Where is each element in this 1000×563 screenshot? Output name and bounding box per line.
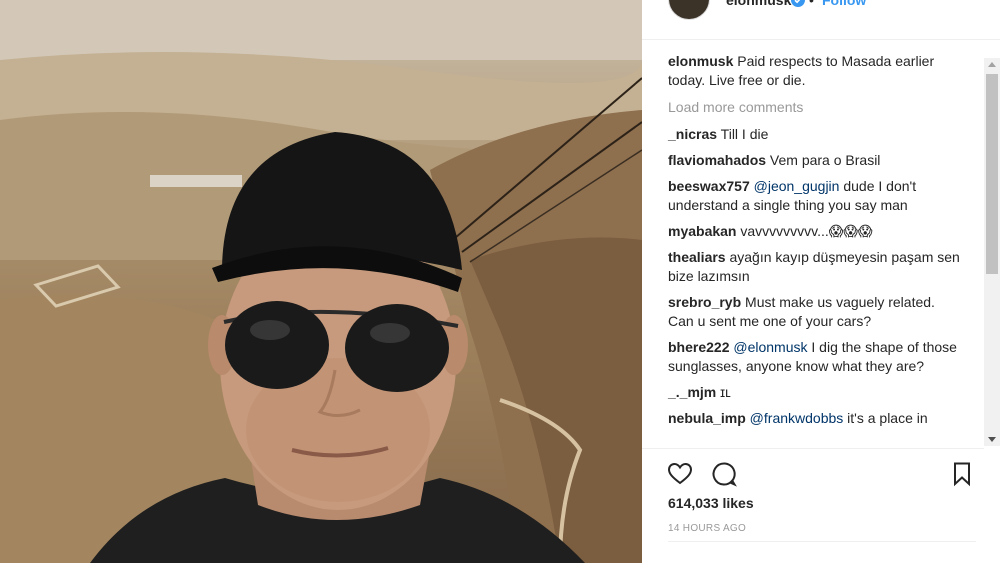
- photo-illustration: [0, 0, 642, 563]
- comment-text: Vem para o Brasil: [766, 152, 881, 168]
- likes-count[interactable]: 614,033 likes: [668, 495, 754, 511]
- comment-username[interactable]: thealiars: [668, 249, 726, 265]
- header-username[interactable]: elonmusk: [726, 0, 791, 8]
- comment-item: nebula_imp @frankwdobbs it's a place in: [668, 409, 964, 428]
- post-timestamp[interactable]: 14 HOURS AGO: [668, 523, 746, 534]
- instagram-post-view: elonmusk • Follow elonmusk Paid respects…: [0, 0, 1000, 563]
- post-side-panel: elonmusk • Follow elonmusk Paid respects…: [642, 0, 1000, 563]
- avatar[interactable]: [668, 0, 710, 20]
- follow-button[interactable]: Follow: [822, 0, 866, 8]
- comment-username[interactable]: myabakan: [668, 223, 736, 239]
- load-more-comments-button[interactable]: Load more comments: [668, 98, 964, 117]
- verified-badge-icon: [791, 0, 805, 7]
- comment-bubble-icon[interactable]: [710, 460, 738, 488]
- comment-username[interactable]: bhere222: [668, 339, 729, 355]
- comment-item: _nicras Till I die: [668, 125, 964, 144]
- post-photo[interactable]: [0, 0, 642, 563]
- comment-text: vavvvvvvvvv...😱😱😱: [736, 223, 873, 239]
- comment-item: thealiars ayağın kayıp düşmeyesin paşam …: [668, 248, 964, 286]
- scroll-down-arrow-icon[interactable]: [988, 437, 996, 442]
- comment-username[interactable]: nebula_imp: [668, 410, 746, 426]
- comment-item: myabakan vavvvvvvvvv...😱😱😱: [668, 222, 964, 241]
- heart-icon[interactable]: [666, 460, 694, 488]
- comment-username[interactable]: _._mjm: [668, 384, 716, 400]
- comment-item: srebro_ryb Must make us vaguely related.…: [668, 293, 964, 331]
- scroll-thumb[interactable]: [986, 74, 998, 274]
- comment-mention[interactable]: @elonmusk: [729, 339, 807, 355]
- comment-text: ɪʟ: [716, 384, 731, 400]
- comment-item: flaviomahados Vem para o Brasil: [668, 151, 964, 170]
- comments-scrollbar[interactable]: [984, 58, 1000, 446]
- comment-username[interactable]: _nicras: [668, 126, 717, 142]
- comment-username[interactable]: flaviomahados: [668, 152, 766, 168]
- scroll-up-arrow-icon[interactable]: [988, 62, 996, 67]
- comment-mention[interactable]: @frankwdobbs: [746, 410, 844, 426]
- comment-text: Till I die: [717, 126, 769, 142]
- comment-mention[interactable]: @jeon_gugjin: [750, 178, 840, 194]
- caption-username[interactable]: elonmusk: [668, 53, 733, 69]
- comment-text: it's a place in: [843, 410, 928, 426]
- post-actions: 614,033 likes 14 HOURS AGO: [642, 448, 984, 540]
- comment-item: beeswax757 @jeon_gugjin dude I don't und…: [668, 177, 964, 215]
- comment-item: _._mjm ɪʟ: [668, 383, 964, 402]
- comment-username[interactable]: beeswax757: [668, 178, 750, 194]
- comment-username[interactable]: srebro_ryb: [668, 294, 741, 310]
- comment-item: bhere222 @elonmusk I dig the shape of th…: [668, 338, 964, 376]
- post-caption: elonmusk Paid respects to Masada earlier…: [668, 52, 964, 90]
- post-header: elonmusk • Follow: [642, 0, 1000, 40]
- separator-dot: •: [809, 0, 814, 8]
- bookmark-icon[interactable]: [948, 460, 976, 488]
- comments-list[interactable]: elonmusk Paid respects to Masada earlier…: [642, 52, 984, 446]
- divider: [668, 541, 976, 542]
